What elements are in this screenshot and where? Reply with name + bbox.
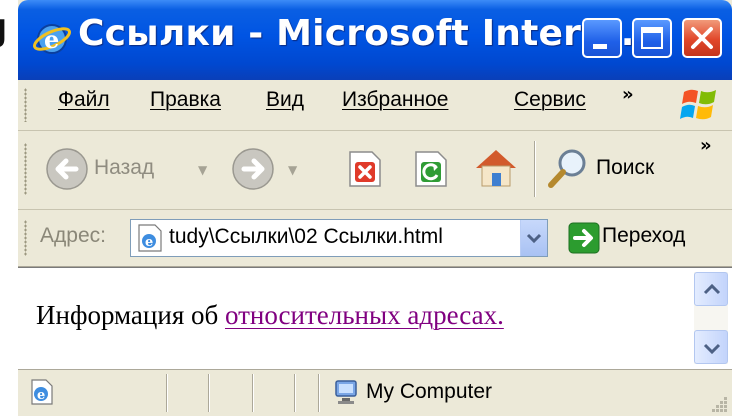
security-zone-label: My Computer — [366, 380, 493, 403]
page-content: Информация об относительных адресах. — [18, 267, 732, 369]
forward-button[interactable]: ▼ — [230, 143, 320, 195]
minimize-button[interactable] — [582, 18, 622, 58]
menu-edit[interactable]: Правка — [150, 88, 221, 112]
page-status-icon: e — [31, 379, 53, 405]
address-label: Адрес: — [40, 224, 106, 247]
forward-dropdown-icon[interactable]: ▼ — [288, 163, 297, 177]
window-title: Ссылки - Microsoft Intern... — [78, 13, 649, 54]
address-input[interactable]: e tudy\Ссылки\02 Ссылки.html — [130, 219, 548, 257]
my-computer-icon — [335, 380, 357, 404]
ie-logo-icon: e — [33, 24, 71, 54]
menu-overflow-chevron[interactable]: » — [622, 84, 634, 105]
toolbar-separator — [534, 141, 535, 197]
vertical-scrollbar[interactable] — [694, 272, 728, 364]
address-dropdown-button[interactable] — [520, 220, 547, 256]
page-icon: e — [138, 224, 162, 252]
back-label: Назад — [94, 156, 155, 179]
content-paragraph: Информация об относительных адресах. — [36, 300, 504, 331]
maximize-icon — [641, 27, 663, 49]
svg-text:e: e — [37, 388, 45, 403]
address-bar: Адрес: e tudy\Ссылки\02 Ссылки.html Пере… — [18, 210, 732, 267]
search-button[interactable]: Поиск — [544, 143, 684, 195]
menu-view[interactable]: Вид — [266, 88, 304, 112]
scroll-down-button[interactable] — [694, 330, 728, 364]
status-divider — [208, 374, 209, 412]
menu-bar-grip[interactable] — [24, 88, 27, 122]
scroll-up-button[interactable] — [694, 272, 728, 306]
refresh-icon[interactable] — [410, 150, 450, 190]
forward-arrow-icon — [232, 148, 274, 190]
status-divider — [318, 374, 319, 412]
windows-flag-icon — [680, 89, 716, 120]
back-dropdown-icon[interactable]: ▼ — [198, 163, 207, 177]
search-icon — [548, 149, 586, 188]
title-bar[interactable]: e Ссылки - Microsoft Intern... — [18, 0, 732, 80]
address-value: tudy\Ссылки\02 Ссылки.html — [169, 225, 443, 248]
search-label: Поиск — [596, 156, 655, 179]
home-icon[interactable] — [472, 146, 520, 190]
status-divider — [166, 374, 167, 412]
menu-bar: Файл Правка Вид Избранное Сервис » — [18, 80, 732, 131]
chevron-up-icon — [703, 283, 721, 295]
browser-window: e Ссылки - Microsoft Intern... Файл Прав… — [18, 0, 732, 416]
close-button[interactable] — [682, 18, 722, 58]
back-arrow-icon — [46, 148, 88, 190]
close-icon — [691, 27, 713, 49]
content-text: Информация об — [36, 300, 225, 330]
svg-text:e: e — [145, 235, 153, 250]
menu-tools[interactable]: Сервис — [514, 88, 586, 112]
relative-addresses-link[interactable]: относительных адресах. — [225, 300, 504, 330]
menu-file[interactable]: Файл — [58, 88, 110, 112]
clipped-background-letter: J — [0, 14, 8, 49]
toolbar-grip[interactable] — [24, 143, 27, 195]
standard-toolbar: Назад ▼ ▼ Поиск » — [18, 131, 732, 210]
chevron-down-icon — [703, 343, 721, 355]
menu-favorites[interactable]: Избранное — [342, 88, 448, 112]
svg-text:e: e — [44, 25, 59, 54]
chevron-down-icon — [526, 233, 542, 244]
stop-icon[interactable] — [344, 150, 384, 190]
go-label: Переход — [602, 224, 686, 247]
toolbar-overflow-chevron[interactable]: » — [700, 135, 712, 156]
resize-grip-icon[interactable] — [710, 395, 730, 415]
maximize-button[interactable] — [632, 18, 672, 58]
back-button[interactable]: Назад ▼ — [44, 143, 224, 195]
status-divider — [252, 374, 253, 412]
address-bar-grip[interactable] — [24, 220, 27, 256]
go-arrow-icon — [568, 222, 600, 254]
status-bar: e My Computer — [18, 369, 732, 416]
status-divider — [294, 374, 295, 412]
minimize-icon — [593, 44, 607, 49]
